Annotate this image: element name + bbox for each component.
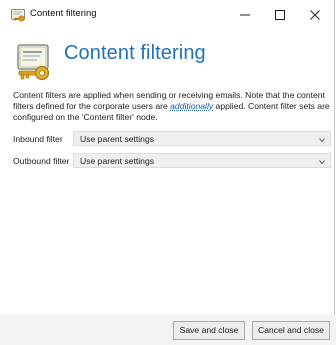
window-title: Content filtering <box>30 8 97 19</box>
title-bar[interactable]: Content filtering <box>0 0 336 30</box>
chevron-down-icon <box>319 135 325 145</box>
outbound-filter-value: Use parent settings <box>80 155 155 166</box>
outbound-filter-label: Outbound filter <box>13 156 70 166</box>
inbound-filter-label: Inbound filter <box>13 134 63 144</box>
inbound-filter-select[interactable]: Use parent settings <box>73 131 331 146</box>
certificate-key-icon <box>15 43 55 83</box>
app-icon <box>11 9 27 23</box>
inbound-filter-value: Use parent settings <box>80 133 155 144</box>
outbound-filter-select[interactable]: Use parent settings <box>73 153 331 168</box>
close-icon[interactable] <box>298 0 332 30</box>
description-emphasis: additionally <box>170 101 214 111</box>
minimize-icon[interactable] <box>228 0 262 30</box>
dialog-footer: Save and close Cancel and close <box>0 314 336 345</box>
cancel-and-close-button[interactable]: Cancel and close <box>252 321 330 340</box>
dialog-window: Content filtering Content filtering Cont… <box>0 0 336 345</box>
description-text: Content filters are applied when sending… <box>13 90 333 123</box>
page-title: Content filtering <box>64 42 206 64</box>
chevron-down-icon <box>319 157 325 167</box>
maximize-icon[interactable] <box>263 0 297 30</box>
save-and-close-button[interactable]: Save and close <box>173 321 245 340</box>
